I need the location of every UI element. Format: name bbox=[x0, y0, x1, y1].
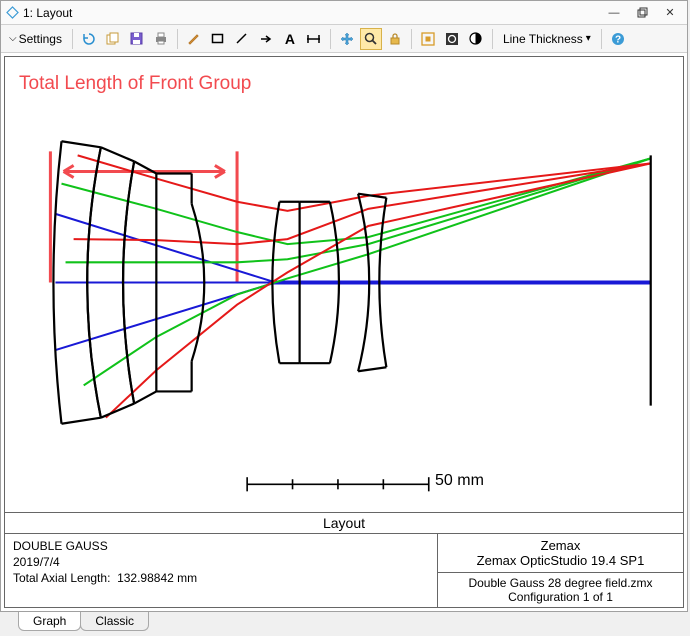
zoom-button[interactable] bbox=[360, 28, 382, 50]
info-title: DOUBLE GAUSS bbox=[13, 538, 429, 554]
print-button[interactable] bbox=[150, 28, 172, 50]
canvas: Total Length of Front Group bbox=[4, 56, 684, 608]
settings-dropdown[interactable]: ⌵ Settings bbox=[4, 28, 67, 50]
info-left: DOUBLE GAUSS 2019/7/4 Total Axial Length… bbox=[5, 534, 438, 607]
separator bbox=[330, 29, 331, 49]
save-button[interactable] bbox=[126, 28, 148, 50]
help-button[interactable]: ? bbox=[607, 28, 629, 50]
separator bbox=[601, 29, 602, 49]
app-icon bbox=[5, 6, 19, 20]
info-right-bot: Double Gauss 28 degree field.zmx Configu… bbox=[438, 573, 683, 607]
lock-button[interactable] bbox=[384, 28, 406, 50]
info-right: Zemax Zemax OpticStudio 19.4 SP1 Double … bbox=[438, 534, 683, 607]
fit-window-button[interactable] bbox=[417, 28, 439, 50]
window-buttons: — ✕ bbox=[603, 4, 683, 22]
minimize-button[interactable]: — bbox=[603, 4, 625, 22]
separator bbox=[177, 29, 178, 49]
line-thickness-dropdown[interactable]: Line Thickness ▾ bbox=[498, 28, 596, 50]
target-button[interactable] bbox=[441, 28, 463, 50]
config: Configuration 1 of 1 bbox=[444, 590, 677, 604]
tab-graph[interactable]: Graph bbox=[18, 612, 81, 631]
contrast-button[interactable] bbox=[465, 28, 487, 50]
titlebar: 1: Layout — ✕ bbox=[1, 1, 687, 25]
separator bbox=[411, 29, 412, 49]
info-right-top: Zemax Zemax OpticStudio 19.4 SP1 bbox=[438, 534, 683, 573]
tab-classic[interactable]: Classic bbox=[80, 612, 149, 631]
axial-length-value: 132.98842 mm bbox=[117, 571, 197, 585]
dimension-tool-button[interactable] bbox=[303, 28, 325, 50]
canvas-wrap: Total Length of Front Group bbox=[1, 53, 687, 611]
line-thickness-label: Line Thickness bbox=[503, 32, 583, 46]
info-date: 2019/7/4 bbox=[13, 554, 429, 570]
text-tool-button[interactable]: A bbox=[279, 28, 301, 50]
refresh-button[interactable] bbox=[78, 28, 100, 50]
separator bbox=[72, 29, 73, 49]
pan-button[interactable] bbox=[336, 28, 358, 50]
restore-button[interactable] bbox=[631, 4, 653, 22]
file: Double Gauss 28 degree field.zmx bbox=[444, 576, 677, 590]
plot-caption: Layout bbox=[5, 512, 683, 533]
info-panel: DOUBLE GAUSS 2019/7/4 Total Axial Length… bbox=[5, 533, 683, 607]
chevron-down-icon: ⌵ bbox=[9, 33, 17, 44]
bottom-tabs: Graph Classic bbox=[0, 612, 690, 634]
toolbar: ⌵ Settings A Line Thickness ▾ ? bbox=[1, 25, 687, 53]
line-tool-button[interactable] bbox=[231, 28, 253, 50]
pencil-tool-button[interactable] bbox=[183, 28, 205, 50]
separator bbox=[492, 29, 493, 49]
rectangle-tool-button[interactable] bbox=[207, 28, 229, 50]
svg-text:?: ? bbox=[615, 34, 621, 45]
axial-length-label: Total Axial Length: bbox=[13, 571, 110, 585]
info-axial-length: Total Axial Length: 132.98842 mm bbox=[13, 570, 429, 586]
product: Zemax OpticStudio 19.4 SP1 bbox=[444, 553, 677, 568]
plot-area[interactable]: Total Length of Front Group bbox=[5, 57, 683, 512]
arrow-tool-button[interactable] bbox=[255, 28, 277, 50]
layout-window: 1: Layout — ✕ ⌵ Settings A bbox=[0, 0, 688, 612]
copy-button[interactable] bbox=[102, 28, 124, 50]
vendor: Zemax bbox=[444, 538, 677, 553]
window-title: 1: Layout bbox=[23, 6, 603, 20]
settings-label: Settings bbox=[19, 32, 62, 46]
chevron-down-icon: ▾ bbox=[586, 33, 591, 44]
optical-layout-svg bbox=[5, 57, 683, 512]
close-button[interactable]: ✕ bbox=[659, 4, 681, 22]
scale-label: 50 mm bbox=[435, 472, 484, 490]
